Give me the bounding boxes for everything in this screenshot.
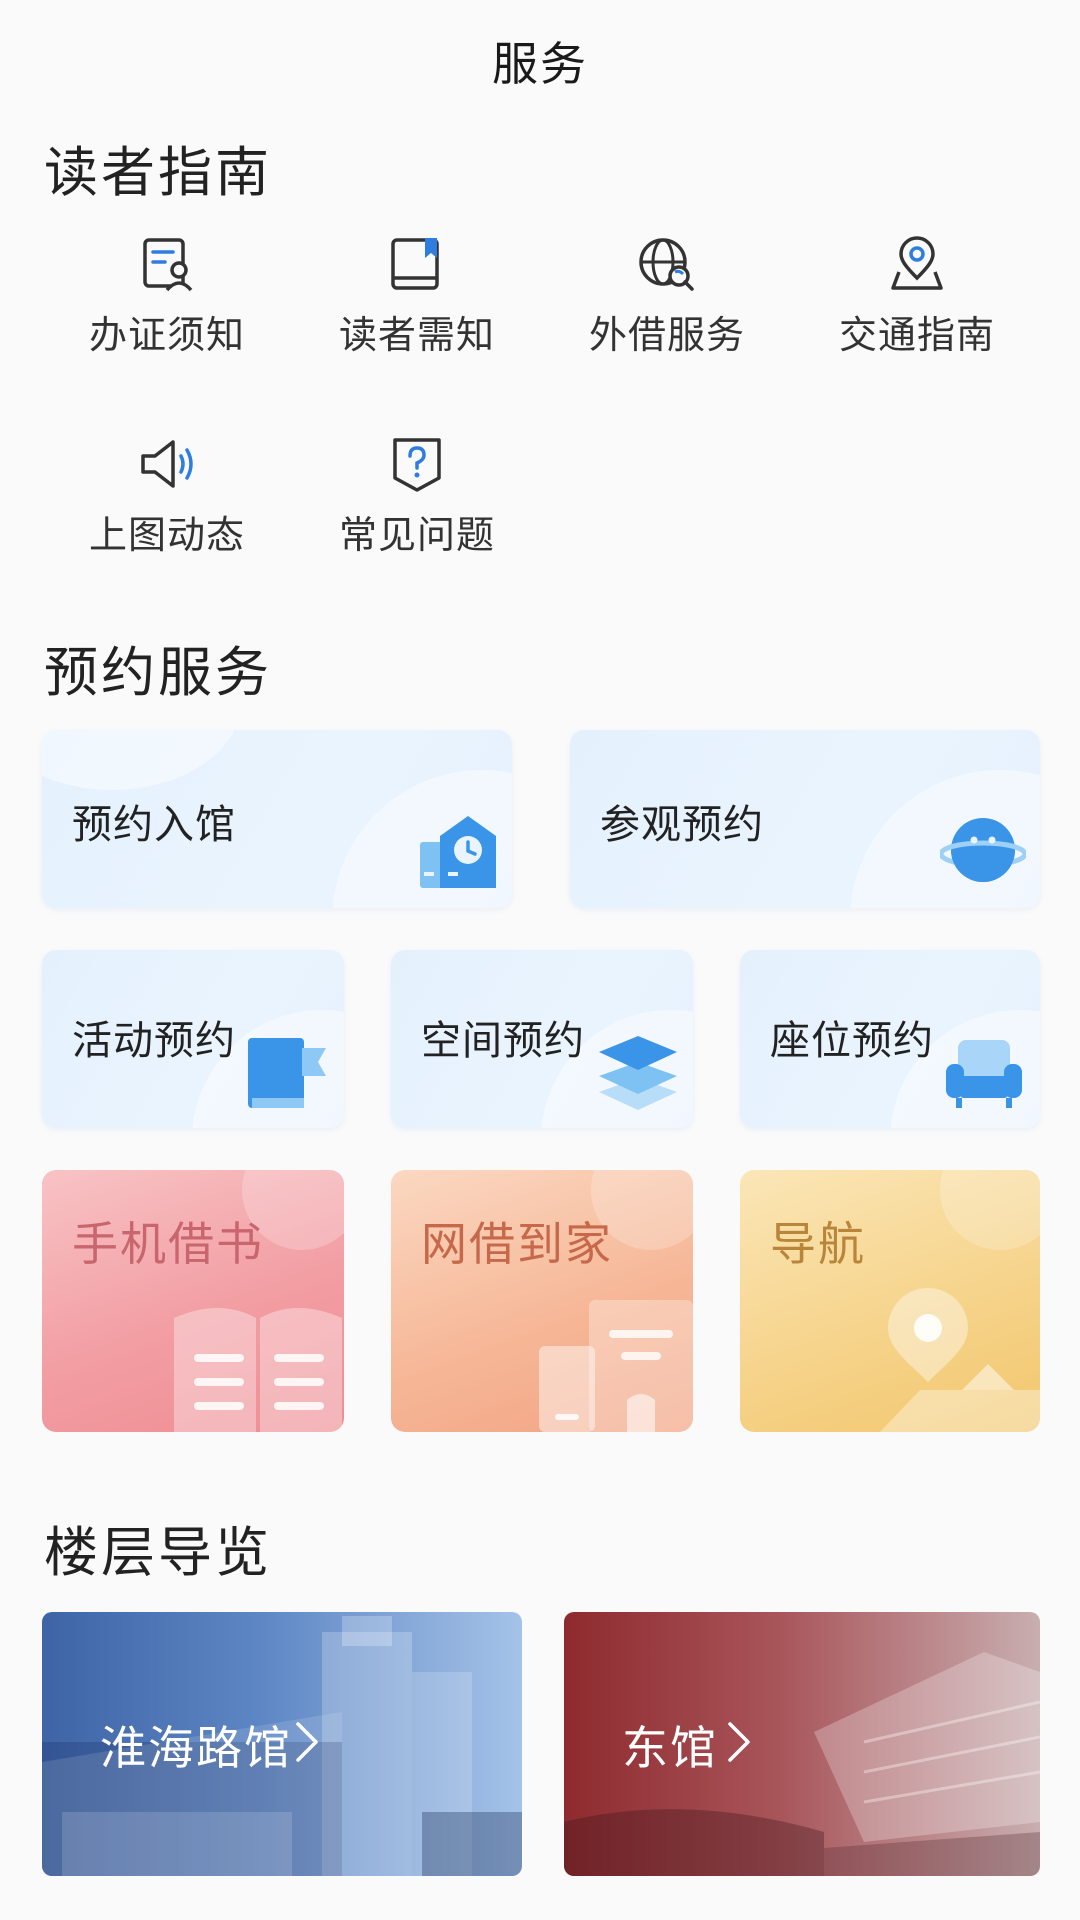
guide-item-label: 办证须知 (88, 313, 245, 357)
chevron-right-icon (728, 1722, 750, 1762)
card-application-icon (143, 238, 193, 292)
sofa-icon (946, 1040, 1022, 1108)
building-clock-icon (420, 816, 496, 888)
guide-item-label: 外借服务 (588, 313, 745, 357)
card-title: 导航 (770, 1217, 866, 1271)
online-borrow-home-card[interactable]: 网借到家 (391, 1170, 693, 1432)
globe-search-icon (639, 238, 694, 291)
card-title: 预约入馆 (72, 802, 236, 848)
floor-card-east-hall[interactable]: 东馆 (564, 1612, 1040, 1876)
navigation-card[interactable]: 导航 (740, 1170, 1040, 1432)
planet-icon (940, 818, 1026, 882)
speaker-icon (141, 440, 193, 488)
card-title: 手机借书 (72, 1217, 264, 1271)
phone-building-icon (539, 1300, 693, 1432)
floor-card-title: 淮海路馆 (100, 1721, 292, 1775)
card-title: 参观预约 (600, 802, 764, 848)
guide-item-label: 读者需知 (338, 313, 495, 357)
guide-item-label: 交通指南 (838, 313, 995, 357)
card-title: 空间预约 (421, 1018, 585, 1064)
visit-booking-card[interactable]: 参观预约 (570, 730, 1040, 908)
guide-item-library-news[interactable]: 上图动态 (42, 432, 292, 582)
page-title: 服务 (492, 37, 588, 91)
floor-card-title: 东馆 (622, 1721, 718, 1775)
book-bookmark-icon (391, 238, 439, 290)
mobile-borrow-card[interactable]: 手机借书 (42, 1170, 344, 1432)
flag-book-icon (248, 1038, 326, 1108)
guide-item-faq[interactable]: 常见问题 (292, 432, 542, 582)
seat-booking-card[interactable]: 座位预约 (740, 950, 1040, 1128)
layers-icon (599, 1036, 677, 1110)
guide-item-reader-notice[interactable]: 读者需知 (292, 232, 542, 382)
activity-booking-card[interactable]: 活动预约 (42, 950, 344, 1128)
booking-section-title: 预约服务 (44, 641, 272, 704)
floor-card-huaihai-road[interactable]: 淮海路馆 (42, 1612, 522, 1876)
map-pin-icon (880, 1288, 1040, 1432)
location-pin-icon (891, 236, 943, 290)
guide-item-label: 上图动态 (88, 513, 245, 557)
open-book-icon (174, 1308, 342, 1432)
card-title: 活动预约 (72, 1018, 236, 1064)
card-title: 座位预约 (770, 1018, 934, 1064)
guide-item-card-application[interactable]: 办证须知 (42, 232, 292, 382)
chevron-right-icon (296, 1722, 318, 1762)
guide-item-label: 常见问题 (338, 513, 495, 557)
space-booking-card[interactable]: 空间预约 (391, 950, 693, 1128)
guide-item-traffic-guide[interactable]: 交通指南 (792, 232, 1042, 382)
book-entry-card[interactable]: 预约入馆 (42, 730, 512, 908)
reader-guide-title: 读者指南 (44, 141, 272, 204)
guide-item-lending-service[interactable]: 外借服务 (542, 232, 792, 382)
card-title: 网借到家 (421, 1217, 613, 1271)
question-shield-icon (393, 438, 441, 492)
floor-guide-title: 楼层导览 (44, 1521, 272, 1584)
